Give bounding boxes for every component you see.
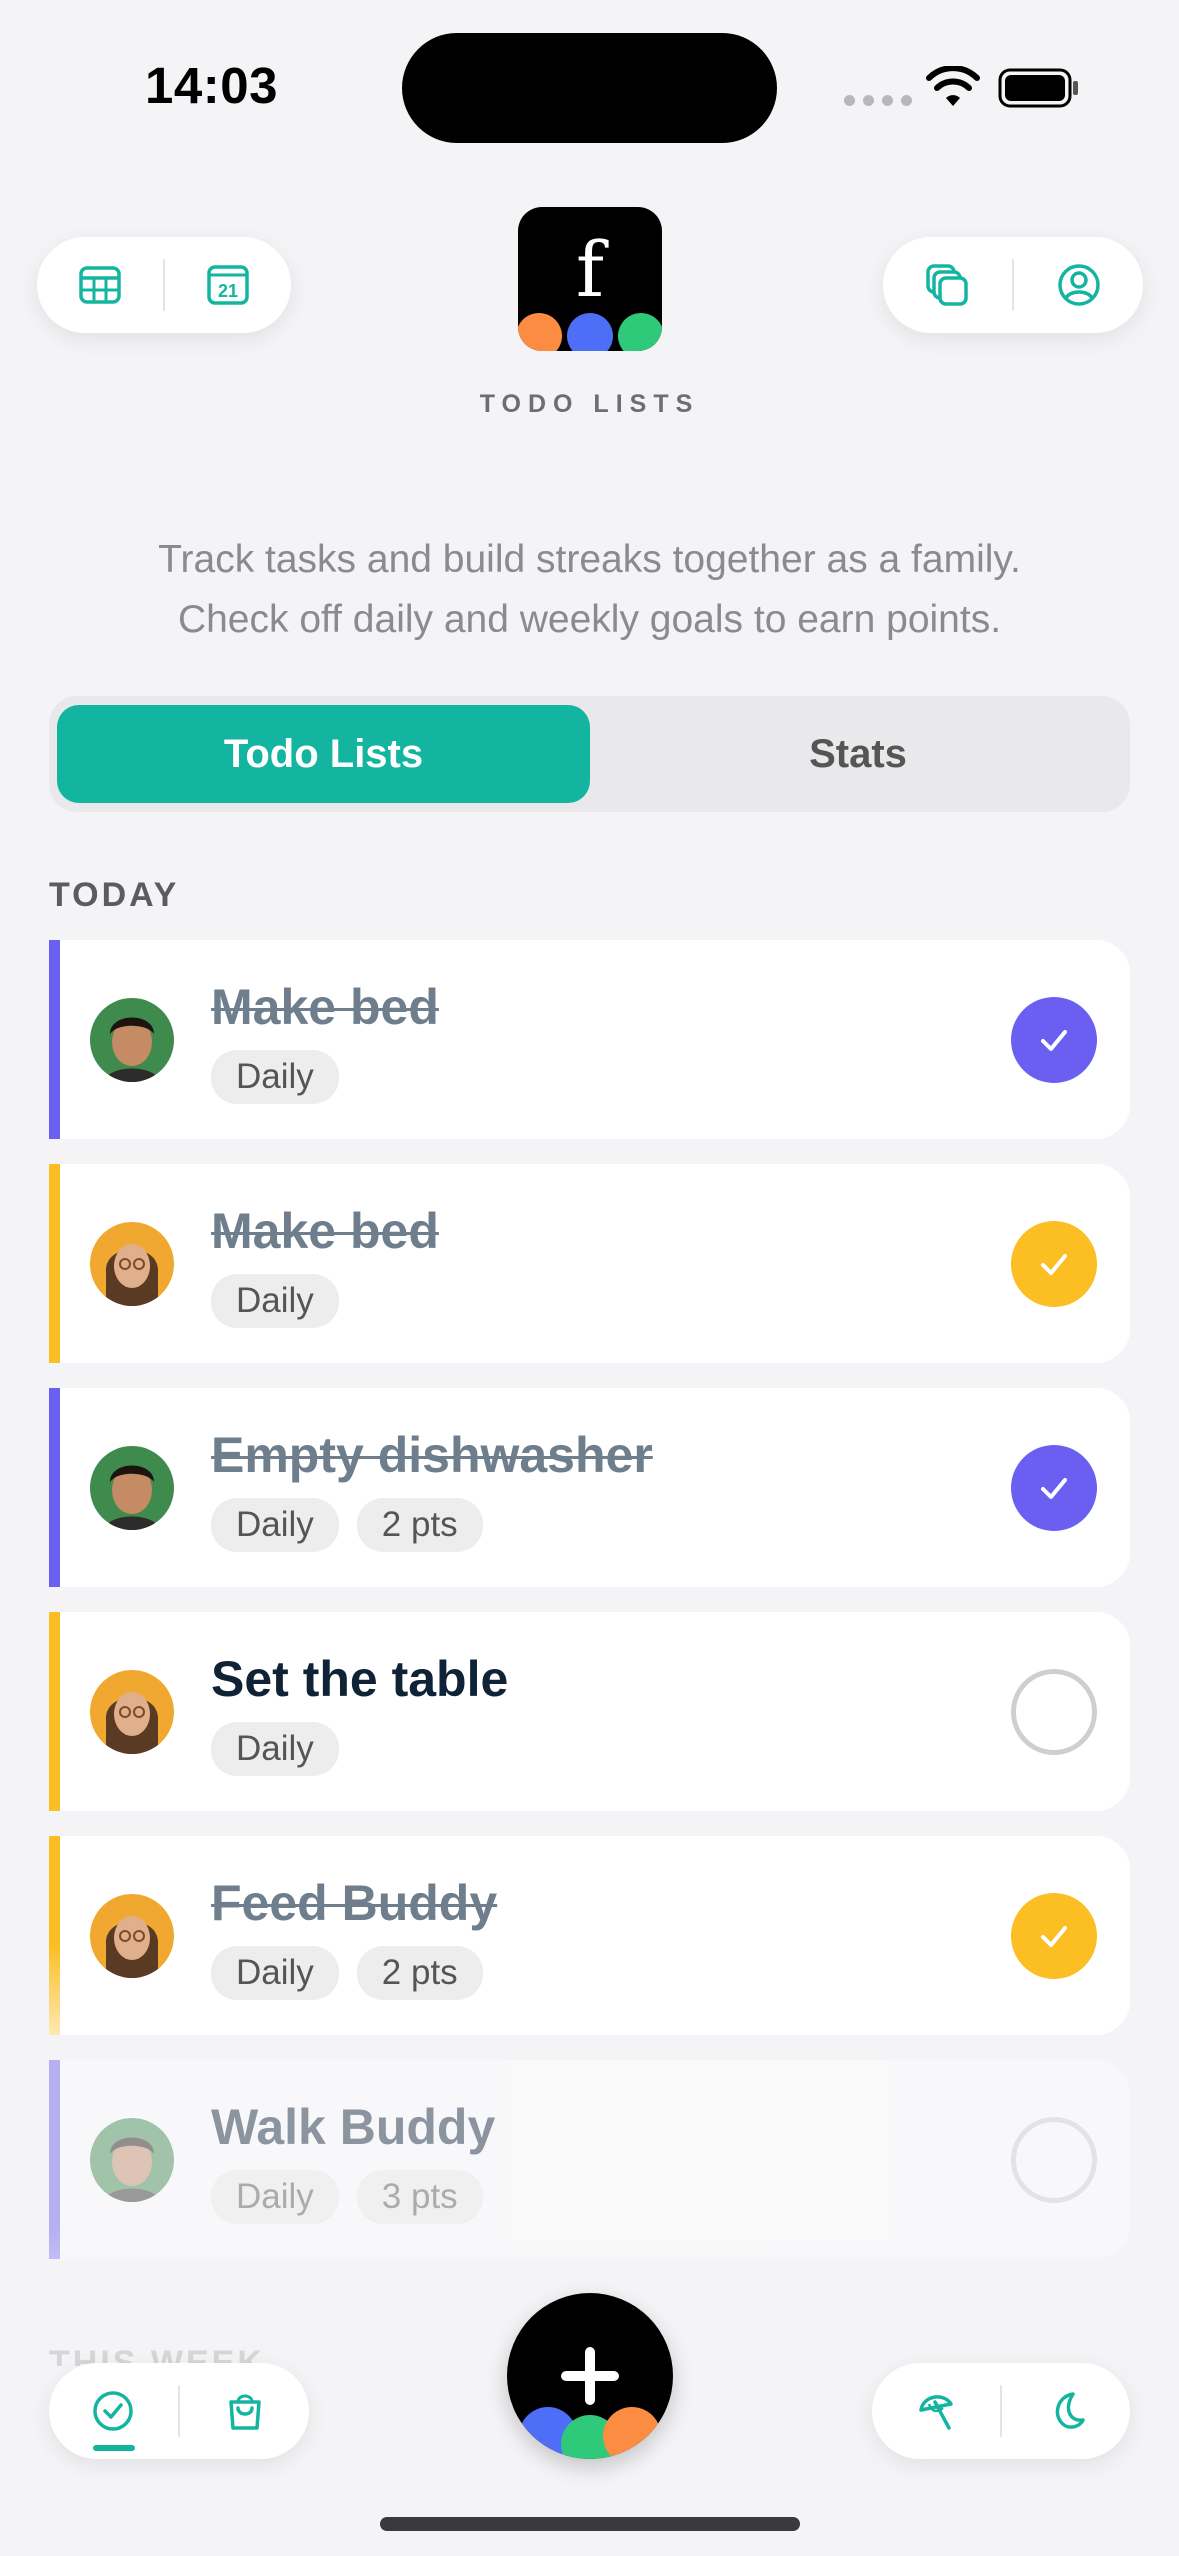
completed-checkbox[interactable] (1011, 1445, 1097, 1531)
todo-title: Feed Buddy (211, 1875, 498, 1931)
calendar-day-number: 21 (218, 281, 238, 301)
checkmark-icon (1041, 1478, 1067, 1499)
stacked-cards-icon (926, 264, 968, 306)
grid-calendar-icon (79, 266, 121, 304)
battery-icon (998, 68, 1078, 108)
checkmark-icon (1041, 1254, 1067, 1275)
tagline-line-2: Check off daily and weekly goals to earn… (177, 598, 1002, 641)
todo-title: Make bed (211, 1203, 439, 1259)
wifi-icon (926, 66, 980, 106)
todo-item[interactable]: Feed Buddy Daily 2 pts (49, 1836, 1130, 2035)
todo-tags: Daily (211, 1722, 339, 1776)
member-color-bar (49, 1388, 60, 1587)
calendar-day-icon: 21 (207, 265, 249, 305)
avatar-girl (90, 1670, 174, 1754)
incomplete-checkbox[interactable] (1011, 1669, 1097, 1755)
checkmark-icon (1041, 1030, 1067, 1051)
todo-item[interactable]: Empty dishwasher Daily 2 pts (49, 1388, 1130, 1587)
tab-todo-lists[interactable]: Todo Lists (57, 705, 590, 803)
fab-dot-orange (603, 2407, 661, 2459)
tag-frequency: Daily (211, 1722, 339, 1776)
avatar-girl (90, 1222, 174, 1306)
tag-points: 2 pts (356, 1946, 483, 2000)
completed-checkbox[interactable] (1011, 997, 1097, 1083)
dark-mode-button[interactable] (1002, 2363, 1130, 2459)
avatar-boy (90, 1446, 174, 1530)
shopping-bag-icon (228, 2394, 261, 2430)
todo-list: Make bed Daily Make bed Daily Empty dish… (49, 940, 1130, 2284)
app-title: TODO LISTS (479, 390, 700, 418)
bottom-right-nav (872, 2363, 1130, 2459)
checkmark-icon (1041, 1926, 1067, 1947)
status-time: 14:03 (145, 57, 278, 114)
active-tab-indicator (93, 2445, 135, 2451)
calendar-day-button[interactable]: 21 (165, 237, 291, 333)
section-header-today: TODAY (49, 876, 180, 914)
stacked-cards-button[interactable] (883, 237, 1012, 333)
todo-item[interactable]: Make bed Daily (49, 1164, 1130, 1363)
home-indicator[interactable] (380, 2517, 800, 2531)
todo-tags: Daily (211, 1050, 339, 1104)
member-color-bar (49, 1164, 60, 1363)
completed-checkbox[interactable] (1011, 1893, 1097, 1979)
app-logo-letter: f (575, 225, 605, 314)
add-todo-button[interactable] (507, 2293, 673, 2459)
todo-title: Empty dishwasher (211, 1427, 653, 1483)
avatar-boy (90, 2118, 174, 2202)
header-left-controls: 21 (37, 237, 291, 333)
tag-frequency: Daily (211, 1050, 339, 1104)
tag-frequency: Daily (211, 2170, 339, 2224)
tagline: Track tasks and build streaks together a… (60, 530, 1119, 650)
profile-button[interactable] (1014, 237, 1143, 333)
tagline-line-1: Track tasks and build streaks together a… (158, 538, 1021, 581)
member-color-bar (49, 940, 60, 1139)
header-right-controls (883, 237, 1143, 333)
logo-dot-blue (567, 313, 613, 351)
todo-title: Make bed (211, 979, 439, 1035)
tag-frequency: Daily (211, 1946, 339, 2000)
member-color-bar (49, 1836, 60, 2035)
todo-title: Set the table (211, 1651, 509, 1707)
profile-icon (1057, 264, 1100, 306)
todos-tab-button[interactable] (49, 2363, 178, 2459)
plus-icon-vertical (585, 2347, 595, 2405)
todo-tags: Daily 2 pts (211, 1498, 483, 1552)
avatar-girl (90, 1894, 174, 1978)
tag-points: 2 pts (356, 1498, 483, 1552)
cellular-signal-icon (844, 95, 912, 106)
tag-frequency: Daily (211, 1498, 339, 1552)
dynamic-island (402, 33, 777, 143)
app-logo: f (518, 207, 662, 351)
incomplete-checkbox[interactable] (1011, 2117, 1097, 2203)
logo-dot-orange (518, 313, 562, 351)
vacation-mode-button[interactable] (872, 2363, 1000, 2459)
todo-item[interactable]: Make bed Daily (49, 940, 1130, 1139)
todo-item[interactable]: Set the table Daily (49, 1612, 1130, 1811)
avatar-boy (90, 998, 174, 1082)
member-color-bar (49, 1612, 60, 1811)
tab-stats[interactable]: Stats (594, 705, 1122, 803)
todo-tags: Daily (211, 1274, 339, 1328)
calendar-grid-button[interactable] (37, 237, 163, 333)
moon-icon (1056, 2392, 1085, 2429)
shopping-tab-button[interactable] (180, 2363, 309, 2459)
todo-tags: Daily 2 pts (211, 1946, 483, 2000)
view-segmented-control: Todo Lists Stats (49, 696, 1130, 812)
logo-dot-green (618, 313, 662, 351)
todo-title: Walk Buddy (211, 2099, 496, 2155)
beach-umbrella-icon (919, 2395, 953, 2430)
completed-checkbox[interactable] (1011, 1221, 1097, 1307)
bottom-left-nav (49, 2363, 309, 2459)
tag-frequency: Daily (211, 1274, 339, 1328)
checkmark-circle-icon (93, 2391, 133, 2431)
todo-tags: Daily 3 pts (211, 2170, 483, 2224)
tag-points: 3 pts (356, 2170, 483, 2224)
